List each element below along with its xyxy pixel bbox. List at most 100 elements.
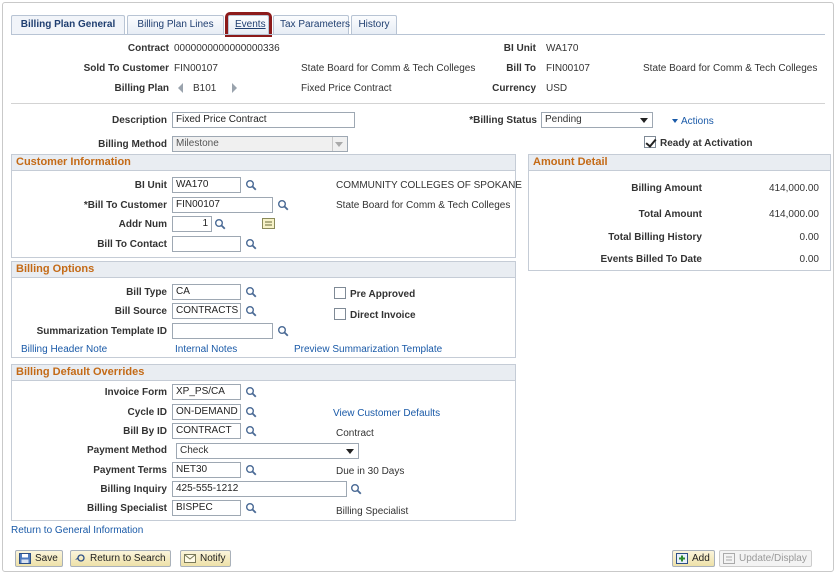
save-button[interactable]: Save [15, 550, 63, 567]
search-icon[interactable] [245, 406, 257, 418]
add-button[interactable]: Add [672, 550, 715, 567]
search-icon[interactable] [245, 286, 257, 298]
pre-approved-checkbox[interactable] [334, 287, 346, 299]
summarization-template-label: Summarization Template ID [36, 326, 167, 337]
address-detail-icon[interactable] [262, 218, 275, 229]
return-to-search-button[interactable]: Return to Search [70, 550, 171, 567]
billing-specialist-description: Billing Specialist [336, 506, 409, 517]
sold-to-name: State Board for Comm & Tech Colleges [301, 63, 476, 74]
return-to-general-information-link[interactable]: Return to General Information [11, 525, 143, 536]
ready-at-activation-checkbox[interactable] [644, 136, 656, 148]
tab-underline [11, 34, 825, 35]
events-billed-label: Events Billed To Date [600, 254, 702, 265]
tab-billing-plan-general[interactable]: Billing Plan General [11, 15, 125, 35]
next-plan-arrow-icon[interactable] [232, 83, 237, 93]
previous-plan-arrow-icon[interactable] [178, 83, 183, 93]
search-icon[interactable] [214, 218, 226, 230]
bill-type-input[interactable]: CA [172, 284, 241, 300]
search-icon[interactable] [245, 464, 257, 476]
preview-summarization-template-link[interactable]: Preview Summarization Template [294, 344, 442, 355]
pre-approved-label: Pre Approved [350, 289, 416, 300]
actions-label: Actions [681, 116, 714, 127]
bill-to-contact-input[interactable] [172, 236, 241, 252]
notify-label: Notify [200, 553, 226, 564]
payment-method-label: Payment Method [86, 445, 167, 456]
search-icon[interactable] [245, 305, 257, 317]
billing-plan-description: Fixed Price Contract [301, 83, 392, 94]
cycle-id-input[interactable]: ON-DEMAND [172, 404, 241, 420]
dropdown-arrow-icon [346, 449, 354, 454]
search-icon[interactable] [245, 502, 257, 514]
total-billing-history-value: 0.00 [799, 232, 819, 243]
ci-bill-to-customer-label: *Bill To Customer [83, 200, 167, 211]
billing-header-note-link[interactable]: Billing Header Note [21, 344, 107, 355]
description-input[interactable]: Fixed Price Contract [172, 112, 355, 128]
payment-method-value: Check [180, 445, 209, 456]
return-search-icon [75, 554, 85, 562]
notify-icon [184, 554, 196, 563]
billing-plan-value: B101 [193, 83, 217, 94]
bill-source-label: Bill Source [114, 306, 167, 317]
header-bi-unit-label: BI Unit [503, 43, 536, 54]
direct-invoice-label: Direct Invoice [350, 310, 416, 321]
invoice-form-label: Invoice Form [104, 387, 167, 398]
bill-type-label: Bill Type [126, 287, 167, 298]
bill-by-id-input[interactable]: CONTRACT [172, 423, 241, 439]
billing-specialist-input[interactable]: BISPEC [172, 500, 241, 516]
internal-notes-link[interactable]: Internal Notes [175, 344, 237, 355]
bill-by-id-label: Bill By ID [123, 426, 167, 437]
billing-method-select[interactable]: Milestone [172, 136, 348, 152]
direct-invoice-checkbox[interactable] [334, 308, 346, 320]
header-divider [11, 103, 825, 104]
tab-history[interactable]: History [351, 15, 397, 34]
search-icon[interactable] [245, 179, 257, 191]
header-bill-to-value: FIN00107 [546, 63, 590, 74]
payment-terms-input[interactable]: NET30 [172, 462, 241, 478]
actions-menu[interactable]: Actions [672, 116, 714, 127]
search-icon[interactable] [350, 483, 362, 495]
tab-billing-plan-lines[interactable]: Billing Plan Lines [127, 15, 224, 34]
tab-label: Events [235, 19, 266, 30]
section-title: Amount Detail [529, 155, 830, 171]
save-label: Save [35, 553, 58, 564]
events-billed-value: 0.00 [799, 254, 819, 265]
ci-bi-unit-input[interactable]: WA170 [172, 177, 241, 193]
billing-status-select[interactable]: Pending [541, 112, 653, 128]
view-customer-defaults-link[interactable]: View Customer Defaults [333, 408, 440, 419]
dropdown-arrow-icon [640, 118, 648, 123]
search-icon[interactable] [245, 238, 257, 250]
description-label: Description [111, 115, 167, 126]
addr-num-input[interactable]: 1 [172, 216, 212, 232]
total-amount-label: Total Amount [638, 209, 702, 220]
payment-terms-description: Due in 30 Days [336, 466, 405, 477]
tab-tax-parameters[interactable]: Tax Parameters [273, 15, 350, 34]
contract-value: 0000000000000000336 [174, 43, 280, 54]
ready-at-activation-label: Ready at Activation [660, 138, 753, 149]
invoice-form-input[interactable]: XP_PS/CA [172, 384, 241, 400]
notify-button[interactable]: Notify [180, 550, 231, 567]
search-icon[interactable] [277, 199, 289, 211]
return-to-search-label: Return to Search [90, 553, 166, 564]
cycle-id-label: Cycle ID [127, 407, 167, 418]
contract-label: Contract [127, 43, 169, 54]
page-frame: Billing Plan General Billing Plan Lines … [2, 2, 834, 572]
payment-method-select[interactable]: Check [176, 443, 359, 459]
billing-status-label: *Billing Status [469, 115, 537, 126]
ci-bill-to-customer-input[interactable]: FIN00107 [172, 197, 273, 213]
payment-terms-label: Payment Terms [93, 465, 167, 476]
search-icon[interactable] [277, 325, 289, 337]
summarization-template-input[interactable] [172, 323, 273, 339]
section-title: Billing Options [12, 262, 515, 278]
header-bi-unit-value: WA170 [546, 43, 579, 54]
search-icon[interactable] [245, 386, 257, 398]
billing-specialist-label: Billing Specialist [86, 503, 167, 514]
update-display-button[interactable]: Update/Display [719, 550, 812, 567]
save-icon [19, 553, 31, 564]
tab-events[interactable]: Events [225, 12, 272, 37]
search-icon[interactable] [245, 425, 257, 437]
bill-source-input[interactable]: CONTRACTS [172, 303, 241, 319]
header-bill-to-name: State Board for Comm & Tech Colleges [643, 63, 818, 74]
ci-bi-unit-label: BI Unit [134, 180, 167, 191]
billing-method-value: Milestone [176, 138, 219, 149]
billing-inquiry-input[interactable]: 425-555-1212 [172, 481, 347, 497]
